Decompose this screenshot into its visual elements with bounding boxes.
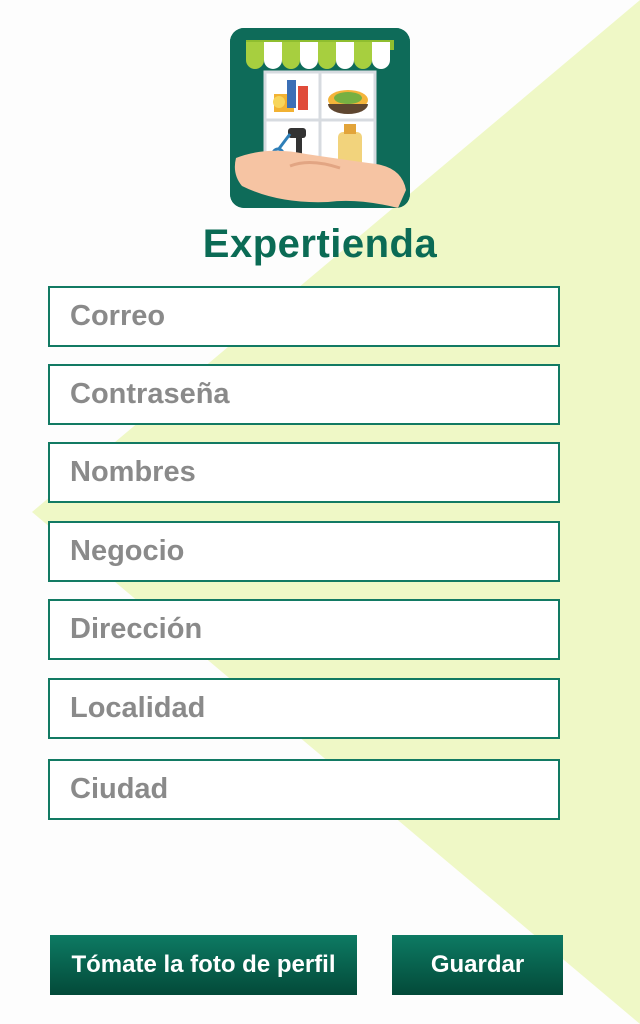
password-field[interactable]	[48, 364, 560, 425]
city-input[interactable]	[50, 761, 558, 818]
take-profile-photo-button[interactable]: Tómate la foto de perfil	[50, 935, 357, 995]
locality-input[interactable]	[50, 680, 558, 737]
business-input[interactable]	[50, 523, 558, 580]
store-with-hand-icon	[230, 28, 410, 208]
names-field[interactable]	[48, 442, 560, 503]
address-input[interactable]	[50, 601, 558, 658]
app-logo	[230, 28, 410, 208]
email-input[interactable]	[50, 288, 558, 345]
email-field[interactable]	[48, 286, 560, 347]
business-field[interactable]	[48, 521, 560, 582]
app-title: Expertienda	[202, 222, 438, 266]
address-field[interactable]	[48, 599, 560, 660]
city-field[interactable]	[48, 759, 560, 820]
locality-field[interactable]	[48, 678, 560, 739]
save-button[interactable]: Guardar	[392, 935, 563, 995]
password-input[interactable]	[50, 366, 558, 423]
names-input[interactable]	[50, 444, 558, 501]
